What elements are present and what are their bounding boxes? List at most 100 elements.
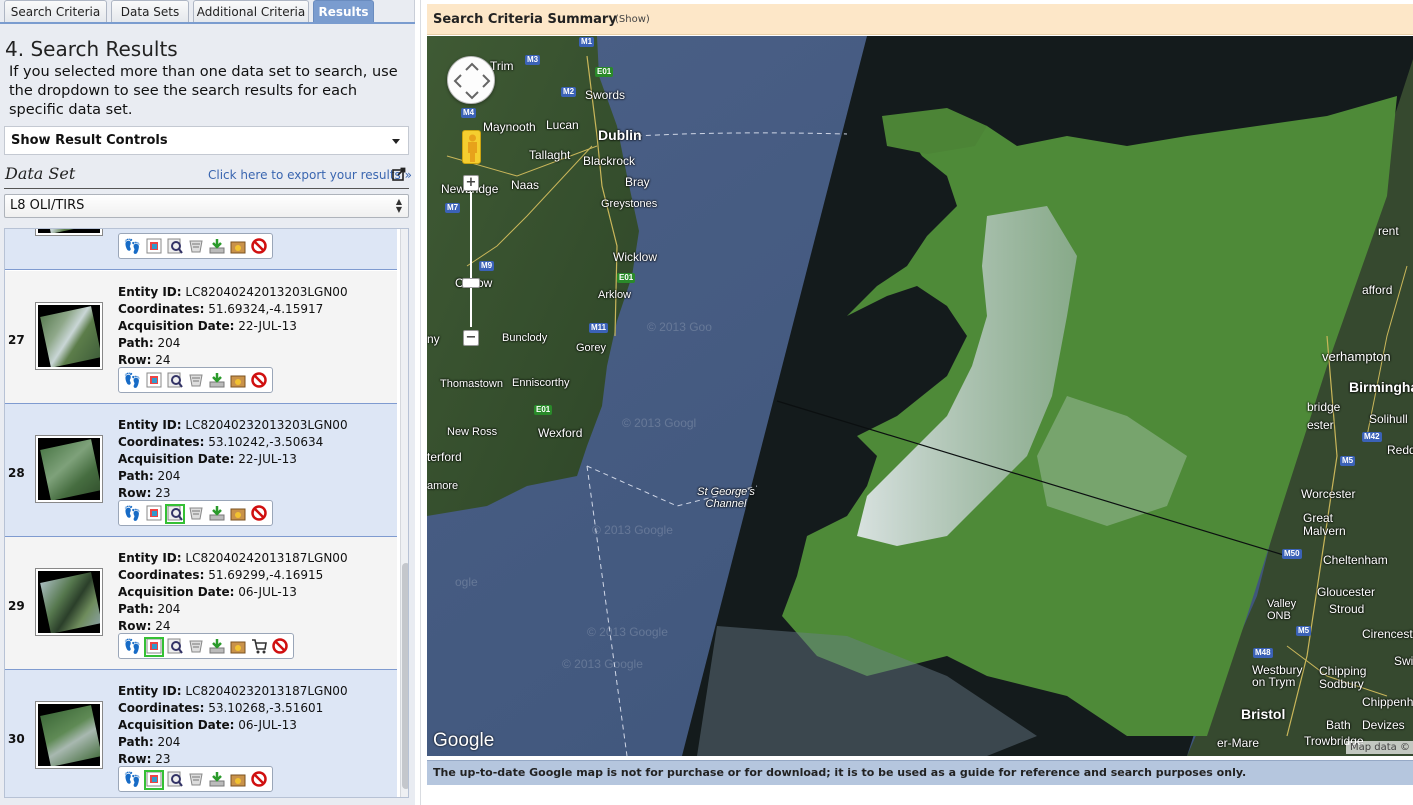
overlay-icon[interactable] [145, 505, 163, 523]
export-results-link[interactable]: Click here to export your results » [208, 168, 412, 182]
order-scene-icon[interactable] [229, 238, 247, 256]
compare-icon[interactable] [187, 505, 205, 523]
download-icon[interactable] [208, 638, 226, 656]
tab-search-criteria[interactable]: Search Criteria [4, 0, 107, 23]
map-label: ester [1307, 418, 1334, 432]
acquisition-date-value: 06-JUL-13 [238, 718, 297, 732]
summary-show-toggle[interactable]: (Show) [615, 14, 650, 25]
street-view-pegman-icon[interactable] [462, 130, 481, 164]
row-value: 24 [155, 619, 171, 633]
result-toolbar: 👣 [118, 500, 273, 526]
entity-id-value: LC82040242013203LGN00 [185, 285, 348, 299]
map-watermark: © 2013 Google [562, 657, 643, 671]
compare-icon[interactable] [187, 771, 205, 789]
compare-icon[interactable] [187, 238, 205, 256]
scene-thumbnail[interactable] [35, 568, 103, 636]
row-label: Row: [118, 486, 152, 500]
compare-icon[interactable] [187, 372, 205, 390]
coordinates-label: Coordinates: [118, 568, 205, 582]
search-criteria-summary-bar[interactable]: Search Criteria Summary (Show) [427, 4, 1413, 35]
exclude-icon[interactable] [250, 504, 268, 523]
exclude-icon[interactable] [250, 770, 268, 789]
entity-id-value: LC82040232013203LGN00 [185, 418, 348, 432]
tab-data-sets[interactable]: Data Sets [111, 0, 189, 23]
acquisition-date-label: Acquisition Date: [118, 452, 235, 466]
footprint-icon[interactable]: 👣 [124, 771, 142, 789]
map-watermark: © 2013 Googl [622, 416, 697, 430]
shopping-cart-icon[interactable] [250, 638, 268, 656]
scene-thumbnail[interactable] [35, 435, 103, 503]
select-arrows-icon: ▲ ▼ [395, 197, 402, 214]
metadata-icon[interactable] [166, 372, 184, 390]
result-number: 29 [8, 599, 25, 613]
coordinates-value: 53.10242,-3.50634 [208, 435, 324, 449]
map-label: er-Mare [1217, 736, 1260, 750]
scene-thumbnail[interactable] [35, 701, 103, 769]
coordinates-value: 51.69324,-4.15917 [208, 302, 324, 316]
show-result-controls-dropdown[interactable]: Show Result Controls [4, 126, 409, 155]
order-scene-icon[interactable] [229, 505, 247, 523]
map-label: Lucan [546, 118, 579, 132]
map-data-attribution[interactable]: Map data © [1346, 741, 1413, 754]
map-label: Bath [1326, 718, 1351, 732]
row-label: Row: [118, 752, 152, 766]
download-icon[interactable] [208, 771, 226, 789]
list-item: 27 Entity ID: LC82040242013203LGN00 Coor… [5, 271, 397, 404]
overlay-icon[interactable] [143, 769, 164, 790]
order-scene-icon[interactable] [229, 638, 247, 656]
road-shield: M5 [1340, 456, 1356, 466]
compare-icon[interactable] [187, 638, 205, 656]
metadata-icon[interactable] [166, 771, 184, 789]
map-label: Dublin [598, 127, 642, 143]
road-shield: E01 [595, 67, 614, 77]
exclude-icon[interactable] [271, 637, 289, 656]
download-icon[interactable] [208, 505, 226, 523]
result-toolbar: 👣 [118, 633, 294, 659]
map-label: Solihull [1369, 412, 1408, 426]
zoom-slider-track[interactable] [470, 192, 472, 327]
results-list[interactable]: 👣 27 Entity ID: LC82040242013203LGN00 Co… [4, 228, 409, 798]
map-view[interactable]: Dublin Trim Swords Maynooth Lucan Tallag… [427, 36, 1413, 756]
footprint-icon[interactable]: 👣 [124, 505, 142, 523]
order-scene-icon[interactable] [229, 771, 247, 789]
map-label: St George's Channel [697, 486, 755, 510]
scene-thumbnail[interactable] [35, 229, 103, 236]
result-toolbar: 👣 [118, 766, 273, 792]
result-metadata: Entity ID: LC82040242013203LGN00 Coordin… [118, 284, 348, 369]
result-number: 28 [8, 466, 25, 480]
overlay-icon[interactable] [145, 238, 163, 256]
exclude-icon[interactable] [250, 371, 268, 390]
external-link-icon[interactable] [392, 167, 406, 181]
order-scene-icon[interactable] [229, 372, 247, 390]
map-watermark: © 2013 Google [587, 625, 668, 639]
map-label: Cirencester [1362, 627, 1413, 641]
exclude-icon[interactable] [250, 237, 268, 256]
row-value: 24 [155, 353, 171, 367]
zoom-in-button[interactable]: + [463, 175, 479, 191]
zoom-out-button[interactable]: − [463, 330, 479, 346]
map-label: Bray [625, 175, 650, 189]
zoom-slider-handle[interactable] [462, 278, 480, 288]
download-icon[interactable] [208, 238, 226, 256]
entity-id-label: Entity ID: [118, 684, 182, 698]
entity-id-value: LC82040232013187LGN00 [185, 684, 348, 698]
overlay-icon[interactable] [145, 372, 163, 390]
download-icon[interactable] [208, 372, 226, 390]
map-label: Bunclody [502, 332, 548, 344]
overlay-icon[interactable] [143, 636, 164, 657]
map-label: Chipping Sodbury [1319, 664, 1367, 691]
scrollbar-thumb[interactable] [402, 563, 408, 789]
footprint-icon[interactable]: 👣 [124, 238, 142, 256]
footprint-icon[interactable]: 👣 [124, 372, 142, 390]
tab-results[interactable]: Results [313, 0, 374, 23]
metadata-icon[interactable] [166, 238, 184, 256]
road-shield: M9 [479, 261, 495, 271]
scene-thumbnail[interactable] [35, 302, 103, 370]
pan-control[interactable] [447, 56, 495, 104]
results-scrollbar[interactable] [400, 229, 408, 797]
data-set-select[interactable]: L8 OLI/TIRS ▲ ▼ [4, 194, 409, 218]
metadata-icon[interactable] [166, 638, 184, 656]
metadata-icon[interactable] [164, 503, 185, 524]
footprint-icon[interactable]: 👣 [124, 638, 142, 656]
tab-additional-criteria[interactable]: Additional Criteria [193, 0, 309, 23]
